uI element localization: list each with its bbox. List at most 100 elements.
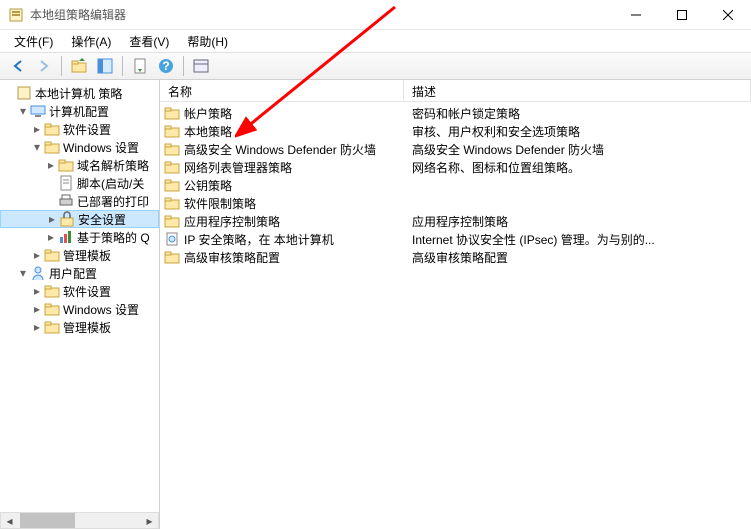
tree-security-settings[interactable]: ▸ 安全设置: [0, 210, 159, 228]
help-button[interactable]: ?: [154, 54, 178, 78]
folder-icon: [164, 213, 180, 229]
horizontal-scrollbar[interactable]: ◂ ▸: [0, 512, 159, 529]
tree-deployed-printers[interactable]: 已部署的打印: [0, 192, 159, 210]
tree-label: 本地计算机 策略: [35, 85, 122, 102]
folder-icon: [44, 301, 60, 317]
item-name: 高级审核策略配置: [184, 249, 280, 266]
export-button[interactable]: [128, 54, 152, 78]
menu-view[interactable]: 查看(V): [121, 31, 177, 52]
chevron-right-icon[interactable]: ▸: [30, 320, 44, 334]
tree-windows-settings[interactable]: ▾ Windows 设置: [0, 138, 159, 156]
tree-pane: 本地计算机 策略 ▾ 计算机配置 ▸: [0, 80, 160, 529]
security-icon: [59, 211, 75, 227]
tree-user-software[interactable]: ▸ 软件设置: [0, 282, 159, 300]
tree-user-windows[interactable]: ▸ Windows 设置: [0, 300, 159, 318]
tree-label: 已部署的打印: [77, 193, 149, 210]
computer-icon: [30, 103, 46, 119]
column-desc[interactable]: 描述: [404, 80, 751, 101]
tree-computer-config[interactable]: ▾ 计算机配置: [0, 102, 159, 120]
close-button[interactable]: [705, 0, 751, 30]
tree-label: Windows 设置: [63, 139, 139, 156]
filter-button[interactable]: [189, 54, 213, 78]
chevron-down-icon[interactable]: ▾: [30, 140, 44, 154]
item-name: 本地策略: [184, 123, 232, 140]
script-icon: [58, 175, 74, 191]
folder-icon: [164, 105, 180, 121]
item-desc: 网络名称、图标和位置组策略。: [404, 159, 751, 176]
chevron-right-icon[interactable]: ▸: [30, 248, 44, 262]
folder-icon: [164, 249, 180, 265]
item-desc: Internet 协议安全性 (IPsec) 管理。为与别的...: [404, 231, 751, 248]
chevron-down-icon[interactable]: ▾: [16, 104, 30, 118]
column-name[interactable]: 名称: [160, 80, 404, 101]
item-desc: 密码和帐户锁定策略: [404, 105, 751, 122]
folder-icon: [164, 231, 180, 247]
list-item[interactable]: IP 安全策略，在 本地计算机Internet 协议安全性 (IPsec) 管理…: [160, 230, 751, 248]
tree-policy-qos[interactable]: ▸ 基于策略的 Q: [0, 228, 159, 246]
list-item[interactable]: 应用程序控制策略应用程序控制策略: [160, 212, 751, 230]
tree-admin-templates[interactable]: ▸ 管理模板: [0, 246, 159, 264]
folder-icon: [164, 195, 180, 211]
scroll-left-icon[interactable]: ◂: [1, 512, 18, 529]
maximize-button[interactable]: [659, 0, 705, 30]
tree-label: 域名解析策略: [77, 157, 149, 174]
list-item[interactable]: 本地策略 审核、用户权利和安全选项策略: [160, 122, 751, 140]
tree-scripts[interactable]: 脚本(启动/关: [0, 174, 159, 192]
folder-icon: [164, 141, 180, 157]
item-desc: 审核、用户权利和安全选项策略: [404, 123, 751, 140]
tree-label: 计算机配置: [49, 103, 109, 120]
tree-root[interactable]: 本地计算机 策略: [0, 84, 159, 102]
minimize-button[interactable]: [613, 0, 659, 30]
tree-label: 管理模板: [63, 319, 111, 336]
chevron-right-icon[interactable]: ▸: [44, 158, 58, 172]
scroll-right-icon[interactable]: ▸: [141, 512, 158, 529]
chevron-right-icon[interactable]: ▸: [30, 122, 44, 136]
chart-icon: [58, 229, 74, 245]
list-item[interactable]: 高级审核策略配置 高级审核策略配置: [160, 248, 751, 266]
chevron-right-icon[interactable]: ▸: [30, 302, 44, 316]
list-item[interactable]: 帐户策略 密码和帐户锁定策略: [160, 104, 751, 122]
tree-label: 安全设置: [78, 211, 126, 228]
toolbar: ?: [0, 52, 751, 80]
item-name: 软件限制策略: [184, 195, 256, 212]
chevron-right-icon[interactable]: ▸: [30, 284, 44, 298]
list-body: 帐户策略密码和帐户锁定策略本地策略审核、用户权利和安全选项策略高级安全 Wind…: [160, 102, 751, 268]
tree-label: 管理模板: [63, 247, 111, 264]
item-name: 帐户策略: [184, 105, 232, 122]
svg-text:?: ?: [162, 59, 169, 73]
folder-icon: [44, 283, 60, 299]
chevron-down-icon[interactable]: ▾: [16, 266, 30, 280]
printer-icon: [58, 193, 74, 209]
up-button[interactable]: [67, 54, 91, 78]
scrollbar-thumb[interactable]: [20, 513, 75, 528]
list-item[interactable]: 公钥策略: [160, 176, 751, 194]
menu-help[interactable]: 帮助(H): [179, 31, 236, 52]
menu-file[interactable]: 文件(F): [6, 31, 61, 52]
tree-user-admin-templates[interactable]: ▸ 管理模板: [0, 318, 159, 336]
forward-button[interactable]: [32, 54, 56, 78]
list-item[interactable]: 软件限制策略: [160, 194, 751, 212]
tree-dns-policy[interactable]: ▸ 域名解析策略: [0, 156, 159, 174]
back-button[interactable]: [6, 54, 30, 78]
chevron-right-icon[interactable]: ▸: [45, 212, 59, 226]
menu-action[interactable]: 操作(A): [63, 31, 119, 52]
list-item[interactable]: 网络列表管理器策略网络名称、图标和位置组策略。: [160, 158, 751, 176]
list-item[interactable]: 高级安全 Windows Defender 防火墙高级安全 Windows De…: [160, 140, 751, 158]
folder-icon: [58, 157, 74, 173]
tree-user-config[interactable]: ▾ 用户配置: [0, 264, 159, 282]
folder-icon: [44, 121, 60, 137]
menubar: 文件(F) 操作(A) 查看(V) 帮助(H): [0, 30, 751, 52]
folder-icon: [164, 177, 180, 193]
item-name: 高级安全 Windows Defender 防火墙: [184, 141, 376, 158]
item-desc: 高级审核策略配置: [404, 249, 751, 266]
item-desc: 应用程序控制策略: [404, 213, 751, 230]
tree-software-settings[interactable]: ▸ 软件设置: [0, 120, 159, 138]
item-name: 公钥策略: [184, 177, 232, 194]
toolbar-separator: [61, 56, 62, 76]
user-icon: [30, 265, 46, 281]
list-pane: 名称 描述 帐户策略密码和帐户锁定策略本地策略审核、用户权利和安全选项策略高级安…: [160, 80, 751, 529]
toolbar-separator: [183, 56, 184, 76]
chevron-right-icon[interactable]: ▸: [44, 230, 58, 244]
show-hide-tree-button[interactable]: [93, 54, 117, 78]
folder-icon: [44, 247, 60, 263]
